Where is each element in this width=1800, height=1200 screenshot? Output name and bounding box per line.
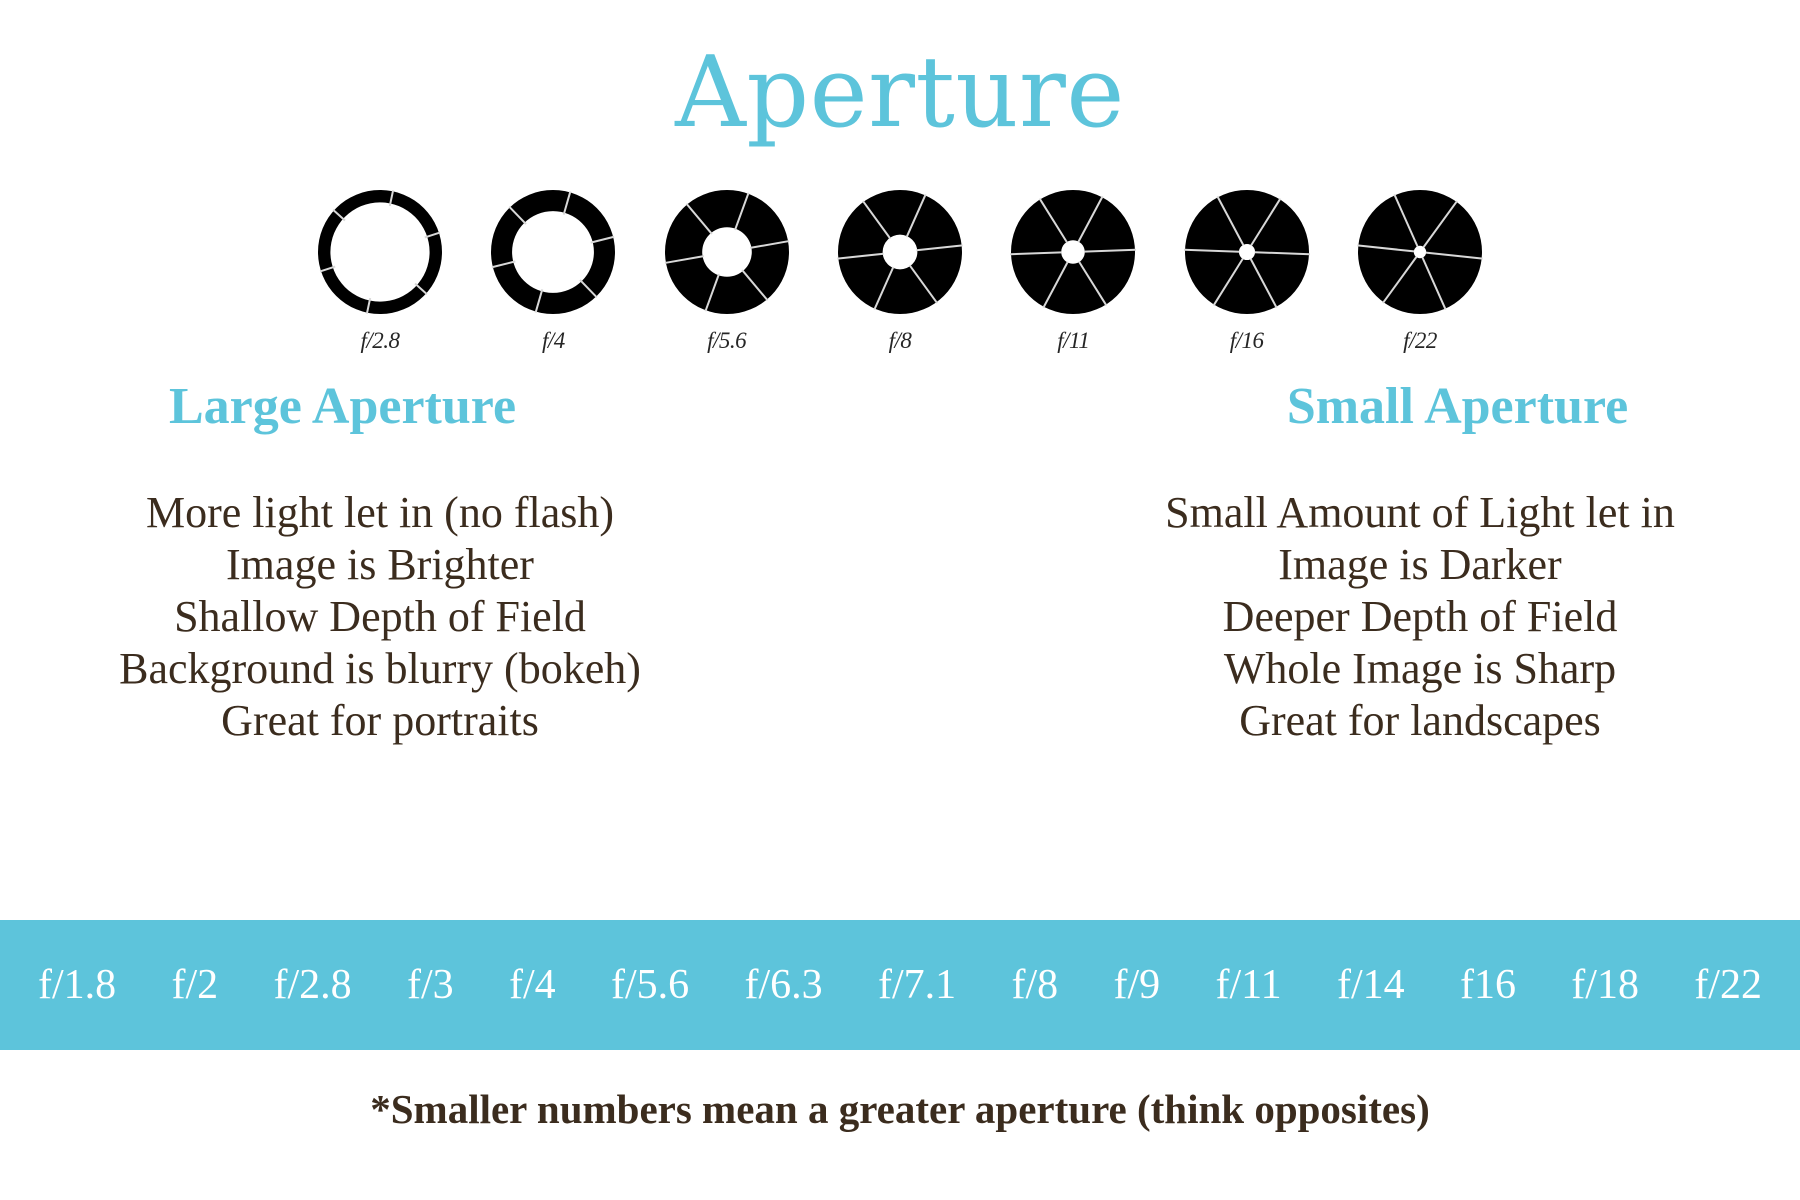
- column-headings: Large Aperture Small Aperture: [0, 378, 1800, 435]
- aperture-stop-f8: f/8: [830, 182, 970, 354]
- fstop-value: f/6.3: [744, 962, 823, 1008]
- aperture-stop-label: f/11: [1057, 328, 1090, 353]
- fstop-value: f/2.8: [273, 962, 352, 1008]
- fstop-value: f16: [1459, 962, 1516, 1008]
- description-line: Image is Darker: [1278, 540, 1562, 590]
- aperture-blades-icon: [318, 189, 442, 315]
- aperture-blades-icon: [1183, 189, 1310, 315]
- fstop-value: f/18: [1571, 962, 1639, 1008]
- description-line: Background is blurry (bokeh): [119, 643, 641, 693]
- aperture-blades-icon: [664, 189, 789, 315]
- large-aperture-description: More light let in (no flash) Image is Bri…: [0, 487, 910, 747]
- fstop-scale-bar: f/1.8 f/2 f/2.8 f/3 f/4 f/5.6 f/6.3 f/7.1 f/8 f/9…: [0, 920, 1800, 1050]
- aperture-stop-label: f/8: [888, 328, 912, 353]
- large-aperture-heading: Large Aperture: [168, 378, 517, 435]
- aperture-blades-icon: [837, 189, 963, 315]
- fstop-value: f/9: [1113, 962, 1161, 1008]
- aperture-stop-f4: f/4: [483, 182, 623, 354]
- aperture-diagram-strip: f/2.8 f/4 f/5.6 f/8 f/11 f/16 f/22: [310, 168, 1490, 368]
- aperture-blades-icon: [1010, 189, 1137, 315]
- comparison-columns: More light let in (no flash) Image is Bri…: [0, 487, 1800, 747]
- aperture-stop-label: f/22: [1403, 328, 1437, 353]
- description-line: Deeper Depth of Field: [1222, 592, 1618, 641]
- fstop-value: f/22: [1694, 962, 1762, 1008]
- fstop-value: f/1.8: [38, 962, 117, 1008]
- description-line: Great for landscapes: [1239, 695, 1601, 745]
- fstop-value: f/3: [407, 962, 454, 1008]
- fstop-value: f/4: [509, 962, 556, 1008]
- aperture-stop-f22: f/22: [1350, 182, 1490, 354]
- footnote-text: *Smaller numbers mean a greater aperture…: [370, 1086, 1430, 1132]
- fstop-value: f/8: [1011, 962, 1059, 1008]
- description-line: Image is Brighter: [226, 540, 534, 590]
- description-line: Great for portraits: [221, 695, 539, 745]
- fstop-value: f/11: [1215, 962, 1282, 1008]
- page-title: Aperture: [675, 36, 1125, 150]
- aperture-blades-icon: [491, 189, 616, 315]
- fstop-value: f/14: [1336, 962, 1405, 1008]
- fstop-value: f/7.1: [878, 962, 957, 1008]
- aperture-stop-f11: f/11: [1003, 182, 1143, 354]
- fstop-value: f/2: [171, 962, 219, 1008]
- aperture-stop-label: f/5.6: [707, 328, 747, 353]
- fstop-value: f/5.6: [611, 962, 690, 1008]
- description-line: Small Amount of Light let in: [1165, 488, 1675, 538]
- aperture-stop-label: f/2.8: [360, 328, 400, 353]
- aperture-stop-f16: f/16: [1177, 182, 1317, 354]
- description-line: Shallow Depth of Field: [174, 592, 586, 641]
- aperture-stop-label: f/16: [1229, 328, 1264, 353]
- small-aperture-heading: Small Aperture: [1286, 378, 1629, 435]
- small-aperture-description: Small Amount of Light let in Image is Dar…: [910, 487, 1800, 747]
- aperture-blades-icon: [1357, 189, 1483, 315]
- description-line: More light let in (no flash): [145, 488, 614, 538]
- aperture-stop-f28: f/2.8: [310, 182, 450, 354]
- aperture-stop-f56: f/5.6: [657, 182, 797, 354]
- aperture-stop-label: f/4: [541, 328, 565, 353]
- description-line: Whole Image is Sharp: [1223, 643, 1617, 693]
